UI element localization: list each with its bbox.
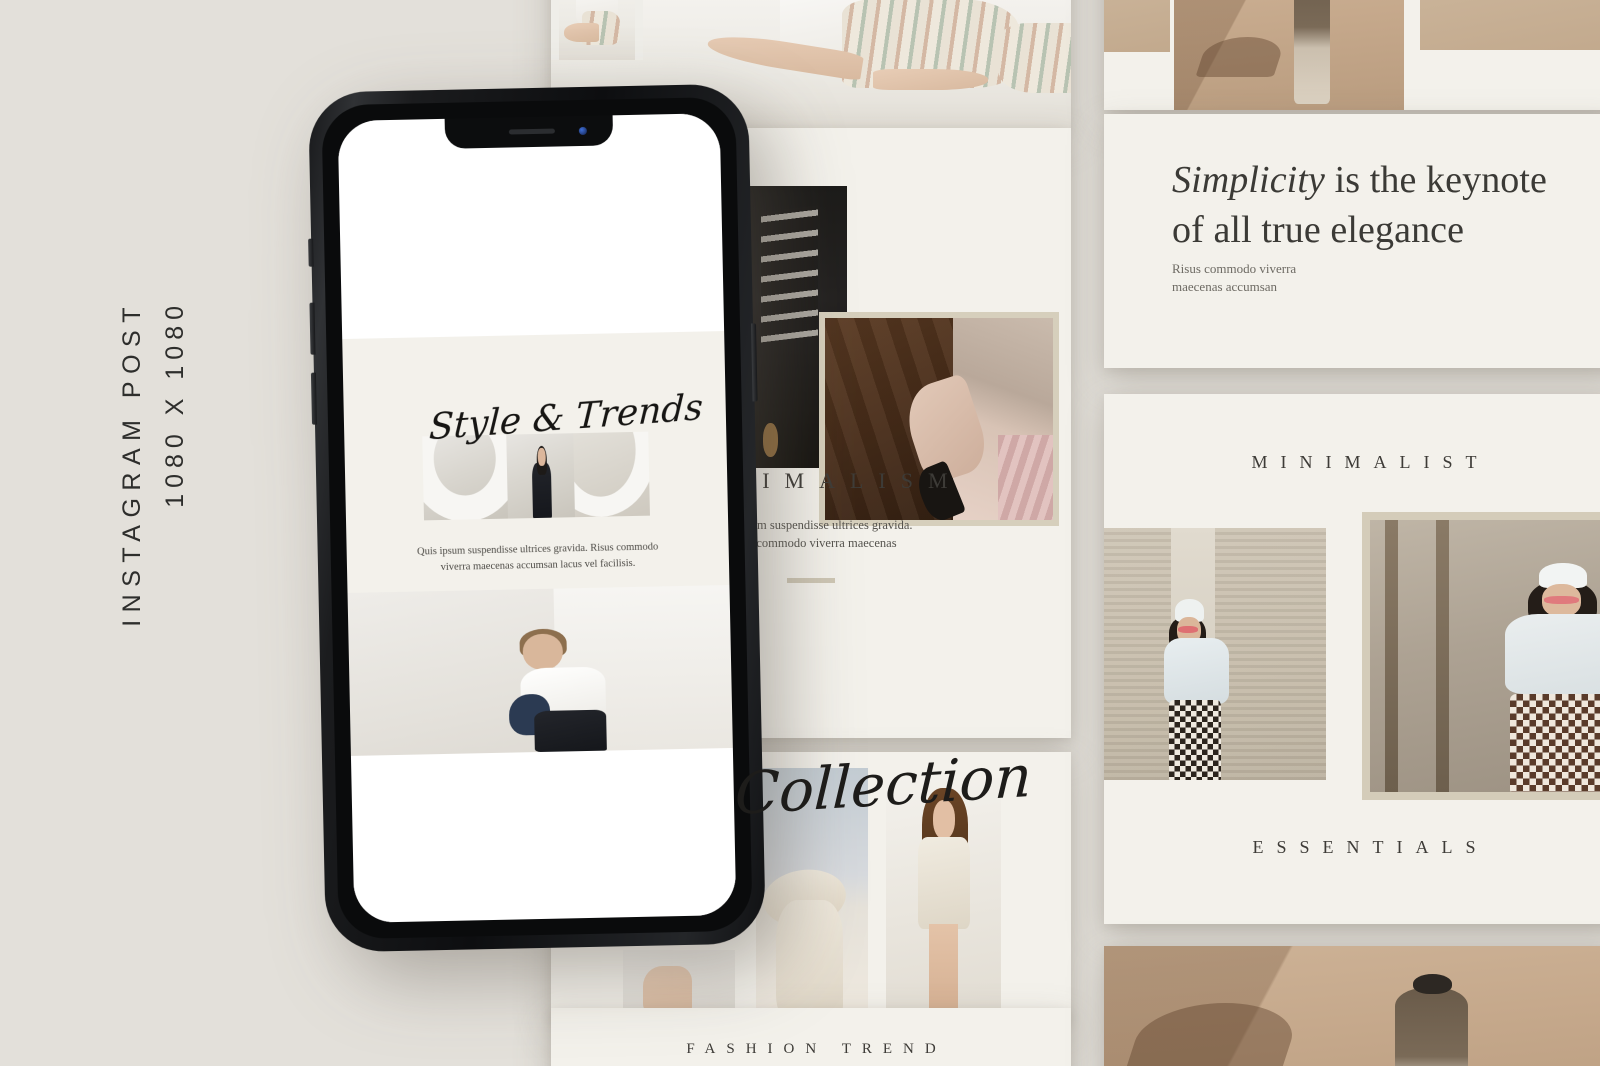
card-simplicity-sub-line-2: maecenas accumsan — [1172, 279, 1278, 294]
post-bottom-whitespace — [350, 747, 737, 923]
phone-mockup: Style & Trends Quis ipsum suspendisse ul… — [308, 83, 766, 953]
phone-bezel: Style & Trends Quis ipsum suspendisse ul… — [321, 96, 753, 940]
quote-rest: is the keynote — [1324, 159, 1548, 201]
photo-woman-walking-beige-wall — [1174, 0, 1404, 110]
photo-hoodie-girl-shutter — [1104, 528, 1326, 780]
front-camera-icon — [578, 126, 587, 136]
photo-frame-hoodie-girl-rusty — [1362, 512, 1600, 800]
photo-beige-wall-bottom — [1104, 946, 1600, 1066]
card-top-sliver — [551, 0, 643, 60]
card-minimalist-footer-heading: ESSENTIALS — [1252, 837, 1489, 857]
phone-body: Style & Trends Quis ipsum suspendisse ul… — [308, 83, 766, 953]
post-photo-center-woman — [505, 433, 576, 519]
phone-volume-down-button[interactable] — [310, 372, 317, 425]
side-caption: INSTAGRAM POST 1080 X 1080 — [118, 300, 248, 740]
card-minimalism-divider — [787, 578, 835, 583]
card-simplicity-sub-line-1: Risus commodo viverra — [1172, 261, 1297, 276]
card-top-right-gallery — [1104, 0, 1600, 110]
side-caption-subtitle: 1080 X 1080 — [161, 300, 189, 508]
earpiece-speaker-icon — [508, 128, 555, 135]
card-bottom-right-photo — [1104, 946, 1600, 1066]
phone-mute-switch[interactable] — [308, 238, 314, 267]
mockup-canvas: MINIMALISM Quis ipsum suspendisse ultric… — [0, 0, 1600, 1066]
side-caption-title: INSTAGRAM POST — [118, 300, 146, 627]
card-simplicity-quote-line-1: Simplicity is the keynote — [1172, 156, 1547, 205]
card-simplicity-quote-line-2: of all true elegance — [1172, 209, 1465, 251]
post-image-row — [344, 430, 728, 522]
card-minimalist: MINIMALIST ESSENTIALS — [1104, 394, 1600, 924]
card-minimalist-heading: MINIMALIST — [1251, 452, 1490, 472]
post-photo-right — [573, 431, 650, 518]
card-simplicity-quote: Simplicity is the keynote of all true el… — [1104, 114, 1600, 368]
phone-volume-up-button[interactable] — [309, 302, 316, 355]
post-photo-crouching-man — [347, 584, 733, 756]
card-fashion-trend: FASHION TREND — [551, 1008, 1071, 1066]
card-fashion-trend-heading: FASHION TREND — [686, 1041, 947, 1057]
photo-beige-wall-left — [1104, 0, 1170, 52]
phone-notch — [444, 115, 614, 149]
photo-sliver-seated-woman — [559, 0, 635, 60]
photo-beige-wall-right — [1420, 0, 1600, 50]
quote-italic-word: Simplicity — [1172, 159, 1325, 201]
phone-screen[interactable]: Style & Trends Quis ipsum suspendisse ul… — [337, 113, 737, 923]
